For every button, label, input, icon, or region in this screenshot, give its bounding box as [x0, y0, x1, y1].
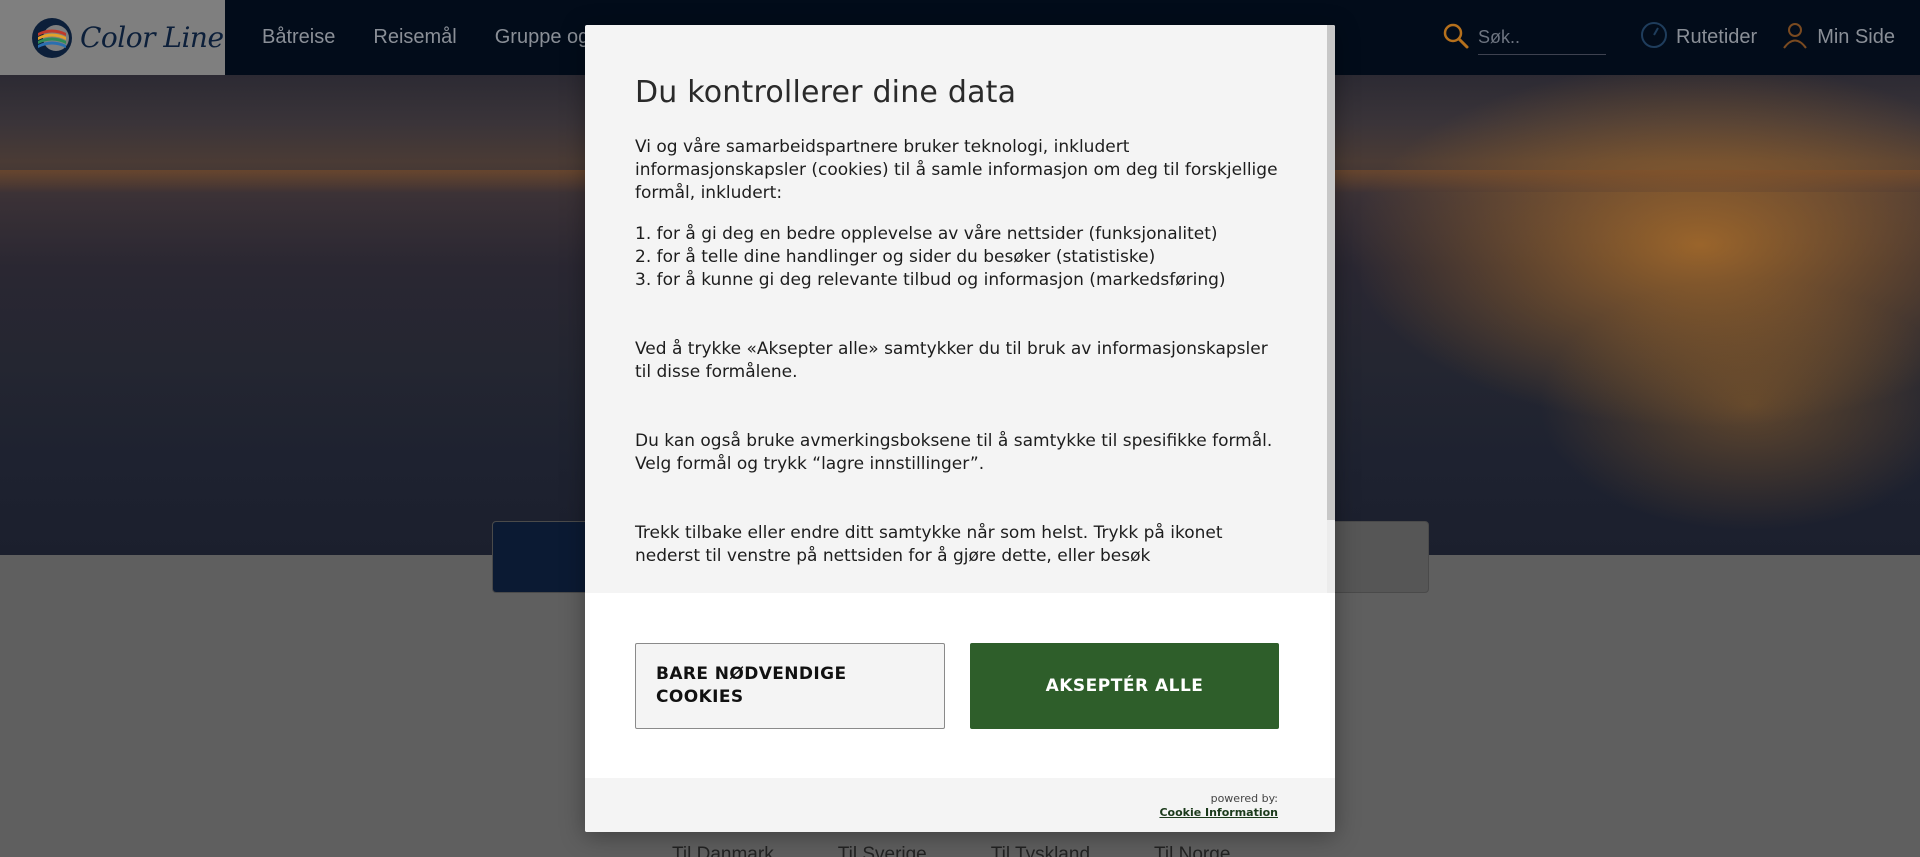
- cookie-information-link[interactable]: Cookie Information: [1159, 806, 1278, 820]
- consent-content[interactable]: Du kontrollerer dine data Vi og våre sam…: [585, 25, 1335, 593]
- consent-intro: Vi og våre samarbeidspartnere bruker tek…: [635, 137, 1278, 203]
- accept-all-button[interactable]: AKSEPTÉR ALLE: [970, 643, 1279, 729]
- consent-footer: powered by: Cookie Information: [585, 778, 1335, 832]
- consent-accept-info: Ved å trykke «Aksepter alle» samtykker d…: [635, 339, 1268, 382]
- purpose-item: 3. for å kunne gi deg relevante tilbud o…: [635, 270, 1226, 290]
- purpose-item: 1. for å gi deg en bedre opplevelse av v…: [635, 224, 1218, 244]
- consent-scrollbar[interactable]: [1327, 25, 1335, 593]
- consent-actions: BARE NØDVENDIGE COOKIES AKSEPTÉR ALLE: [585, 593, 1335, 778]
- consent-checkbox-info: Du kan også bruke avmerkingsboksene til …: [635, 431, 1273, 474]
- consent-withdraw-info: Trekk tilbake eller endre ditt samtykke …: [635, 523, 1223, 566]
- consent-title: Du kontrollerer dine data: [635, 75, 1017, 110]
- cookie-consent-dialog: Du kontrollerer dine data Vi og våre sam…: [585, 25, 1335, 832]
- powered-by: powered by: Cookie Information: [1159, 792, 1278, 820]
- powered-by-label: powered by:: [1210, 792, 1278, 805]
- consent-scrollbar-thumb[interactable]: [1327, 25, 1335, 520]
- only-necessary-button[interactable]: BARE NØDVENDIGE COOKIES: [635, 643, 945, 729]
- purpose-item: 2. for å telle dine handlinger og sider …: [635, 247, 1156, 267]
- consent-purposes: 1. for å gi deg en bedre opplevelse av v…: [635, 223, 1285, 292]
